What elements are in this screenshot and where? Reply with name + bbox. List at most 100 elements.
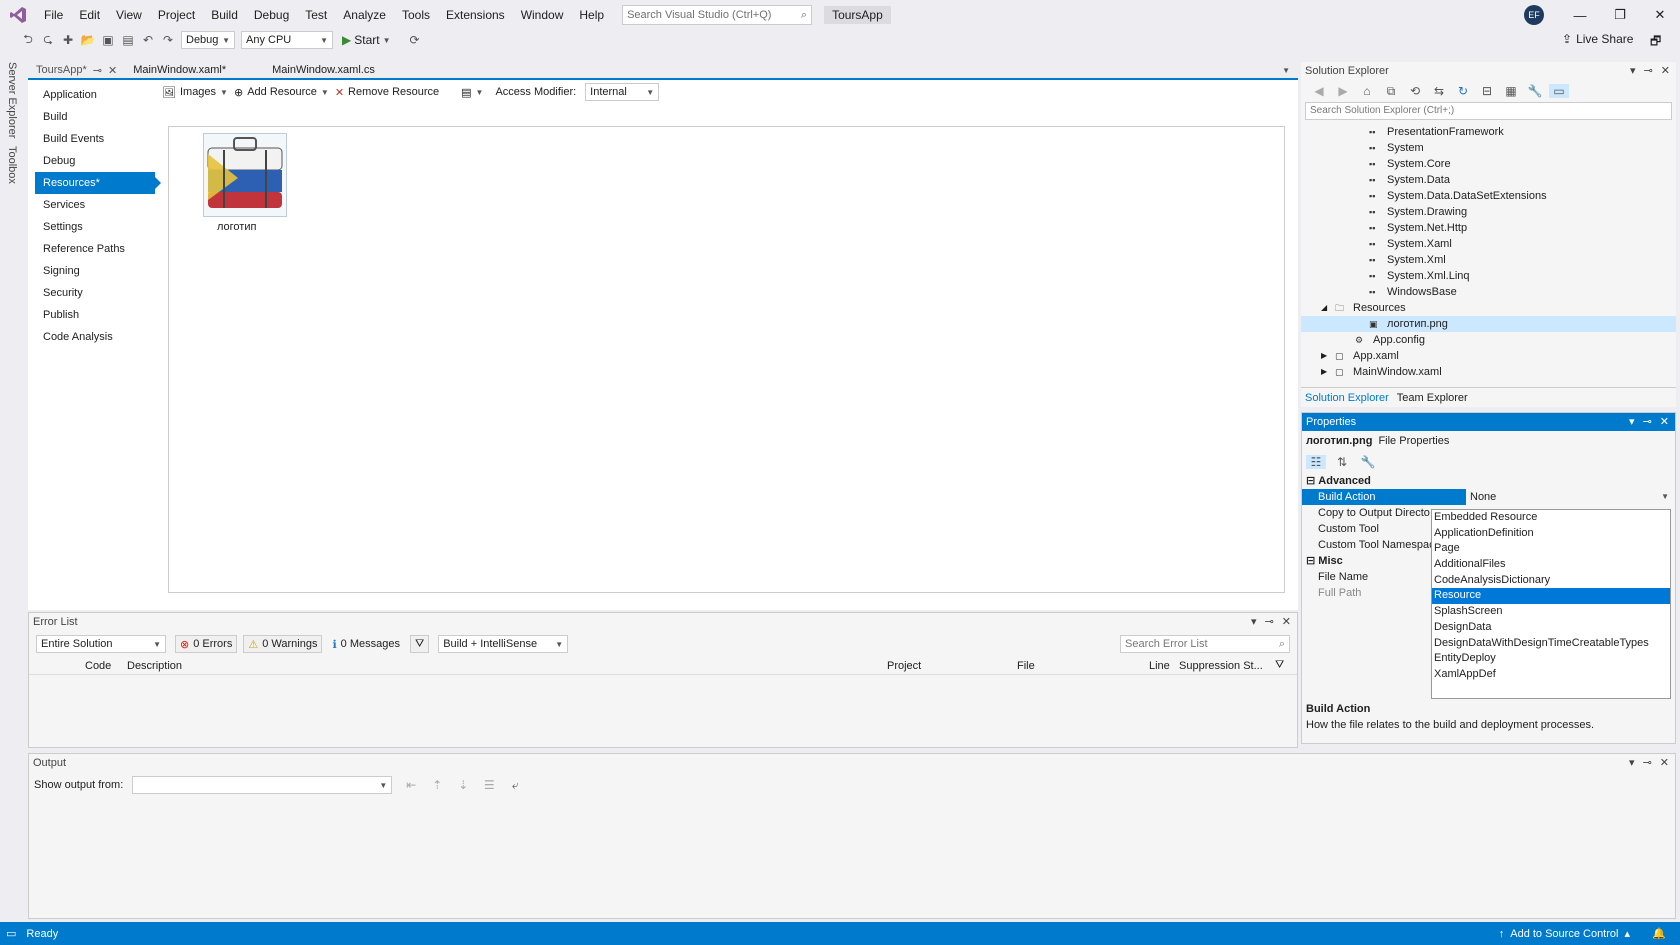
menu-edit[interactable]: Edit	[71, 0, 108, 30]
nav-item-code-analysis[interactable]: Code Analysis	[35, 326, 155, 348]
messages-filter-button[interactable]: ℹ0 Messages	[328, 635, 404, 653]
window-position-icon[interactable]: ▾	[1629, 413, 1635, 431]
property-pages-icon[interactable]: 🔧	[1358, 455, 1378, 469]
undo-icon[interactable]: ↶	[138, 33, 158, 47]
feedback-icon[interactable]: 🗗	[1650, 32, 1661, 53]
folder-resources[interactable]: ◢ 🗀 Resources	[1301, 300, 1676, 316]
close-icon[interactable]: ✕	[1660, 413, 1669, 431]
minimize-icon[interactable]: —	[1560, 8, 1600, 23]
properties-icon[interactable]: 🔧	[1525, 84, 1545, 98]
pin-icon[interactable]: ⊸	[93, 64, 102, 77]
menu-window[interactable]: Window	[513, 0, 572, 30]
nav-item-debug[interactable]: Debug	[35, 150, 155, 172]
file-app-config[interactable]: ⚙ App.config	[1301, 332, 1676, 348]
close-icon[interactable]: ✕	[1282, 613, 1291, 631]
resource-thumbnail[interactable]	[203, 133, 287, 217]
nav-item-resources[interactable]: Resources*	[35, 172, 161, 194]
expand-arrow-icon[interactable]: ◢	[1321, 300, 1335, 316]
reference-item[interactable]: ▪▪ System.Core	[1301, 156, 1676, 172]
reference-item[interactable]: ▪▪ System.Data.DataSetExtensions	[1301, 188, 1676, 204]
tab-solution-explorer[interactable]: Solution Explorer	[1305, 392, 1389, 404]
word-wrap-icon[interactable]: ⤶	[505, 778, 525, 793]
build-action-option[interactable]: CodeAnalysisDictionary	[1432, 573, 1670, 589]
build-action-option[interactable]: AdditionalFiles	[1432, 557, 1670, 573]
notifications-icon[interactable]: 🔔	[1652, 927, 1666, 940]
nav-item-settings[interactable]: Settings	[35, 216, 155, 238]
nav-item-services[interactable]: Services	[35, 194, 155, 216]
previous-message-icon[interactable]: ⇡	[427, 778, 447, 792]
menu-help[interactable]: Help	[571, 0, 612, 30]
menu-extensions[interactable]: Extensions	[438, 0, 513, 30]
property-row[interactable]: Build Action None ▼	[1302, 489, 1675, 505]
show-all-files-icon[interactable]: ▦	[1501, 84, 1521, 98]
open-icon[interactable]: 📂	[78, 33, 98, 47]
reference-item[interactable]: ▪▪ System.Data	[1301, 172, 1676, 188]
restore-icon[interactable]: ❐	[1600, 7, 1640, 23]
reference-item[interactable]: ▪▪ System.Net.Http	[1301, 220, 1676, 236]
nav-item-application[interactable]: Application	[35, 84, 155, 106]
column-code[interactable]: Code	[85, 660, 127, 672]
expand-arrow-icon[interactable]: ▶	[1321, 348, 1335, 364]
build-action-option[interactable]: XamlAppDef	[1432, 667, 1670, 683]
collapse-all-icon[interactable]: ⊟	[1477, 84, 1497, 98]
clear-all-icon[interactable]: ☰	[479, 778, 499, 792]
categorized-icon[interactable]: ☷	[1306, 455, 1326, 469]
close-icon[interactable]: ✕	[108, 64, 117, 77]
build-action-option[interactable]: Page	[1432, 541, 1670, 557]
platform-dropdown[interactable]: Any CPU ▼	[241, 31, 333, 49]
home-icon[interactable]: ⌂	[1357, 84, 1377, 98]
save-icon[interactable]: ▣	[98, 33, 118, 47]
new-project-icon[interactable]: ✚	[58, 33, 78, 47]
search-input[interactable]: Search Visual Studio (Ctrl+Q) ⌕	[622, 5, 813, 25]
reference-item[interactable]: ▪▪ System.Xaml	[1301, 236, 1676, 252]
go-to-line-icon[interactable]: ⇤	[401, 778, 421, 792]
output-source-dropdown[interactable]: ▼	[132, 776, 393, 794]
window-position-icon[interactable]: ▾	[1630, 62, 1636, 80]
menu-test[interactable]: Test	[297, 0, 335, 30]
reference-item[interactable]: ▪▪ System.Xml.Linq	[1301, 268, 1676, 284]
access-modifier-dropdown[interactable]: Internal ▼	[585, 83, 660, 101]
window-position-icon[interactable]: ▾	[1251, 613, 1257, 631]
reference-item[interactable]: ▪▪ PresentationFramework	[1301, 124, 1676, 140]
category-advanced[interactable]: ⊟ Advanced	[1302, 473, 1675, 489]
menu-tools[interactable]: Tools	[394, 0, 438, 30]
column-line[interactable]: Line	[1149, 660, 1179, 672]
reference-item[interactable]: ▪▪ System	[1301, 140, 1676, 156]
build-action-option[interactable]: DesignDataWithDesignTimeCreatableTypes	[1432, 636, 1670, 652]
build-action-option[interactable]: Resource	[1432, 588, 1670, 605]
build-action-option[interactable]: EntityDeploy	[1432, 651, 1670, 667]
nav-item-reference-paths[interactable]: Reference Paths	[35, 238, 155, 260]
view-mode-dropdown[interactable]: ▤ ▼	[461, 86, 483, 99]
menu-file[interactable]: File	[36, 0, 71, 30]
tab-mainwindow-cs[interactable]: MainWindow.xaml.cs	[264, 62, 383, 78]
errors-filter-button[interactable]: ⊗ 0 Errors	[175, 635, 238, 653]
object-selector[interactable]: логотип.png File Properties	[1302, 431, 1675, 451]
next-message-icon[interactable]: ⇣	[453, 778, 473, 792]
menu-project[interactable]: Project	[150, 0, 203, 30]
switch-views-icon[interactable]: ⧉	[1381, 84, 1401, 99]
back-icon[interactable]: ◀	[1309, 84, 1329, 98]
tab-project-properties[interactable]: ToursApp* ⊸ ✕	[28, 62, 126, 78]
nav-item-security[interactable]: Security	[35, 282, 155, 304]
reference-item[interactable]: ▪▪ WindowsBase	[1301, 284, 1676, 300]
error-search-input[interactable]: Search Error List ⌕	[1120, 635, 1290, 653]
preview-icon[interactable]: ▭	[1549, 84, 1569, 98]
solution-search-input[interactable]: Search Solution Explorer (Ctrl+;)	[1305, 102, 1672, 120]
reference-item[interactable]: ▪▪ System.Xml	[1301, 252, 1676, 268]
reference-item[interactable]: ▪▪ System.Drawing	[1301, 204, 1676, 220]
pin-icon[interactable]: ⊸	[1643, 754, 1652, 772]
tab-team-explorer[interactable]: Team Explorer	[1397, 392, 1468, 404]
server-explorer-tab[interactable]: Server Explorer	[0, 58, 24, 142]
close-icon[interactable]: ✕	[1660, 754, 1669, 772]
build-action-option[interactable]: DesignData	[1432, 620, 1670, 636]
menu-debug[interactable]: Debug	[246, 0, 297, 30]
column-suppression[interactable]: Suppression St...	[1179, 660, 1275, 672]
window-position-icon[interactable]: ▾	[1629, 754, 1635, 772]
save-all-icon[interactable]: ▤	[118, 33, 138, 47]
remove-resource-button[interactable]: ✕ Remove Resource	[335, 86, 439, 99]
build-action-option[interactable]: Embedded Resource	[1432, 510, 1670, 526]
build-action-option[interactable]: ApplicationDefinition	[1432, 526, 1670, 542]
pin-icon[interactable]: ⊸	[1644, 62, 1653, 80]
file-mainwindow-xaml[interactable]: ▶ ▢ MainWindow.xaml	[1301, 364, 1676, 380]
add-to-source-control-button[interactable]: ↑ Add to Source Control ▴	[1499, 927, 1630, 941]
